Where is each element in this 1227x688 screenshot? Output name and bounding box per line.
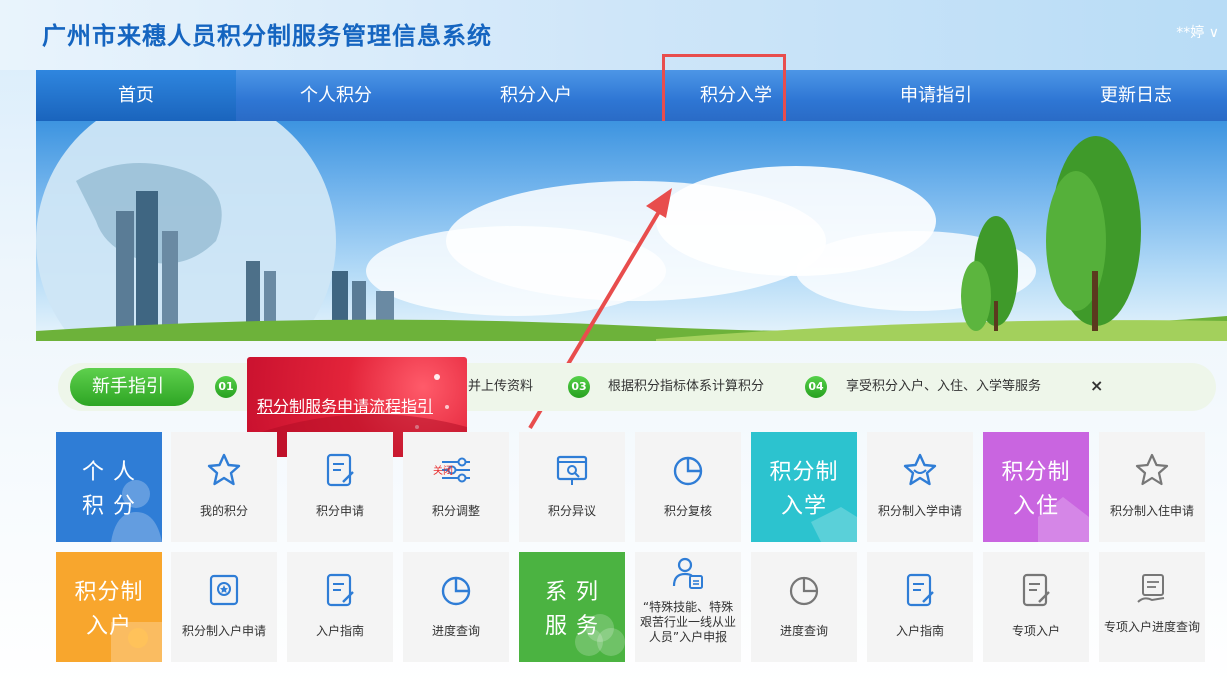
star-icon (903, 453, 937, 486)
tile-label: 入户指南 (895, 624, 944, 638)
category-line-1: 积分制 (1001, 460, 1071, 485)
edit-document-icon (1022, 573, 1050, 607)
step-number-1: 01 (215, 376, 237, 398)
tile-special-hukou[interactable]: 专项入户 (983, 552, 1089, 662)
process-guide-link[interactable]: 积分制服务申请流程指引 (257, 393, 433, 417)
banner (36, 121, 1227, 341)
tile-label: 专项入户进度查询 (1103, 620, 1200, 634)
nav-home[interactable]: 首页 (36, 70, 236, 121)
site-title: 广州市来穗人员积分制服务管理信息系统 (42, 22, 492, 50)
guide-close-button[interactable]: × (1090, 376, 1103, 395)
nav-personal-points[interactable]: 个人积分 (236, 70, 436, 121)
tile-label: 积分异议 (547, 504, 596, 518)
step-text-1: 并上传资料 (468, 379, 534, 394)
hand-document-icon (1137, 574, 1165, 603)
category-personal-points[interactable]: 个 人 积 分 (56, 432, 162, 542)
nav-points-school[interactable]: 积分入学 (636, 70, 836, 121)
guide-label: 新手指引 (70, 368, 194, 406)
category-series-services[interactable]: 系 列 服 务 (519, 552, 625, 662)
category-line-2: 服 务 (545, 614, 599, 639)
category-line-2: 入学 (780, 494, 827, 519)
tile-progress-query[interactable]: 进度查询 (403, 552, 509, 662)
edit-document-icon (326, 453, 354, 487)
pie-chart-icon (441, 576, 471, 606)
search-document-icon (556, 455, 588, 485)
tile-label: 积分复核 (663, 504, 712, 518)
category-line-1: 积分制 (769, 460, 839, 485)
tile-adjust-points[interactable]: 关闭 积分调整 (403, 432, 509, 542)
category-line-1: 个 人 (82, 460, 136, 485)
banner-illustration (36, 121, 1227, 341)
tile-label: “特殊技能、特殊艰苦行业一线从业人员”入户申报 (639, 600, 736, 644)
edit-document-icon (326, 573, 354, 607)
category-points-housing[interactable]: 积分制 入住 (983, 432, 1089, 542)
tile-label: 积分制入学申请 (877, 504, 962, 518)
tile-hukou-apply[interactable]: 积分制入户申请 (171, 552, 277, 662)
tile-special-hukou-progress[interactable]: 专项入户进度查询 (1099, 552, 1205, 662)
step-number-4: 04 (805, 376, 827, 398)
header: 广州市来穗人员积分制服务管理信息系统 **婷 ∨ (0, 0, 1227, 70)
main-nav: 首页 个人积分 积分入户 积分入学 申请指引 更新日志 (36, 70, 1227, 121)
category-line-2: 入住 (1012, 494, 1059, 519)
star-outline-icon (1135, 453, 1169, 486)
category-line-1: 积分制 (74, 580, 144, 605)
step-number-3: 03 (568, 376, 590, 398)
tile-label: 积分调整 (431, 504, 480, 518)
edit-document-icon (906, 573, 934, 607)
tile-progress-query-2[interactable]: 进度查询 (751, 552, 857, 662)
nav-points-hukou[interactable]: 积分入户 (436, 70, 636, 121)
user-menu[interactable]: **婷 ∨ (1176, 22, 1219, 42)
tile-school-apply[interactable]: 积分制入学申请 (867, 432, 973, 542)
tile-label: 进度查询 (779, 624, 828, 638)
user-document-icon (672, 557, 703, 589)
tile-housing-apply[interactable]: 积分制入住申请 (1099, 432, 1205, 542)
step-text-4: 享受积分入户、入住、入学等服务 (846, 379, 1042, 394)
tile-hukou-guide-2[interactable]: 入户指南 (867, 552, 973, 662)
pie-chart-icon (673, 456, 703, 486)
tile-label: 积分制入住申请 (1109, 504, 1194, 518)
category-line-2: 入户 (85, 614, 132, 639)
category-line-2: 积 分 (82, 494, 136, 519)
tile-label: 积分申请 (315, 504, 364, 518)
category-points-hukou[interactable]: 积分制 入户 (56, 552, 162, 662)
tile-label: 进度查询 (431, 624, 480, 638)
star-icon (207, 453, 241, 486)
tile-label: 积分制入户申请 (181, 624, 266, 638)
nav-changelog[interactable]: 更新日志 (1036, 70, 1227, 121)
certificate-icon (209, 574, 239, 606)
close-badge: 关闭 (433, 466, 453, 477)
tile-my-points[interactable]: 我的积分 (171, 432, 277, 542)
tile-apply-points[interactable]: 积分申请 (287, 432, 393, 542)
tile-label: 我的积分 (199, 504, 248, 518)
pie-chart-icon (789, 576, 819, 606)
category-line-1: 系 列 (545, 580, 599, 605)
step-text-3: 根据积分指标体系计算积分 (608, 379, 765, 394)
tile-hukou-guide[interactable]: 入户指南 (287, 552, 393, 662)
nav-apply-guide[interactable]: 申请指引 (836, 70, 1036, 121)
tile-label: 专项入户 (1011, 624, 1060, 638)
tile-label: 入户指南 (315, 624, 364, 638)
tile-special-talent[interactable]: “特殊技能、特殊艰苦行业一线从业人员”入户申报 (635, 552, 741, 662)
category-points-school[interactable]: 积分制 入学 (751, 432, 857, 542)
tile-review-points[interactable]: 积分复核 (635, 432, 741, 542)
tile-dispute-points[interactable]: 积分异议 (519, 432, 625, 542)
